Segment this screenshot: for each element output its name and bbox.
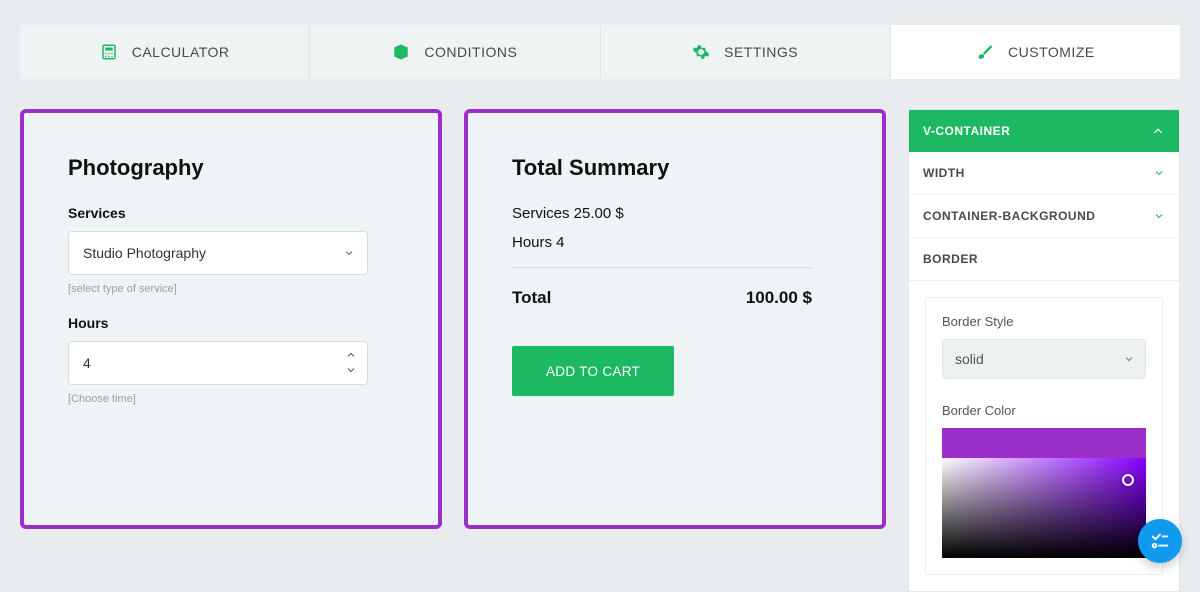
tab-customize[interactable]: CUSTOMIZE xyxy=(891,25,1180,79)
add-to-cart-button[interactable]: ADD TO CART xyxy=(512,346,674,396)
summary-line-hours: Hours 4 xyxy=(512,234,838,251)
services-select[interactable]: Studio Photography xyxy=(68,231,368,275)
tab-label: CONDITIONS xyxy=(424,44,517,60)
sidebar-item-border[interactable]: BORDER xyxy=(909,238,1179,281)
hours-label: Hours xyxy=(68,315,394,331)
tab-settings[interactable]: SETTINGS xyxy=(601,25,891,79)
services-value: Studio Photography xyxy=(83,245,206,261)
sidebar-item-label: BORDER xyxy=(923,252,978,266)
quantity-stepper xyxy=(345,342,357,384)
color-preview[interactable] xyxy=(942,428,1146,458)
tab-conditions[interactable]: CONDITIONS xyxy=(310,25,600,79)
border-style-label: Border Style xyxy=(942,314,1146,329)
services-hint: [select type of service] xyxy=(68,283,394,295)
sidebar-item-background[interactable]: CONTAINER-BACKGROUND xyxy=(909,195,1179,238)
customize-sidebar: V-CONTAINER WIDTH CONTAINER-BACKGROUND B… xyxy=(908,109,1180,592)
tabs: CALCULATOR CONDITIONS SETTINGS CUSTOMIZE xyxy=(20,25,1180,79)
picker-handle[interactable] xyxy=(1122,474,1134,486)
sidebar-header-label: V-CONTAINER xyxy=(923,124,1010,138)
chevron-up-icon xyxy=(1151,124,1165,138)
chevron-down-icon xyxy=(1153,167,1165,179)
sidebar-item-width[interactable]: WIDTH xyxy=(909,152,1179,195)
summary-line-services: Services 25.00 $ xyxy=(512,205,838,222)
border-style-value: solid xyxy=(955,351,984,367)
total-label: Total xyxy=(512,288,551,308)
hours-hint: [Choose time] xyxy=(68,393,394,405)
form-title: Photography xyxy=(68,155,394,181)
divider xyxy=(512,267,812,268)
hours-value: 4 xyxy=(83,355,91,371)
box-icon xyxy=(392,43,410,61)
services-label: Services xyxy=(68,205,394,221)
tab-label: CUSTOMIZE xyxy=(1008,44,1095,60)
border-color-label: Border Color xyxy=(942,403,1146,418)
form-card: Photography Services Studio Photography … xyxy=(20,109,442,529)
hours-input[interactable]: 4 xyxy=(68,341,368,385)
step-down[interactable] xyxy=(345,364,357,377)
chevron-down-icon xyxy=(1153,210,1165,222)
tab-label: SETTINGS xyxy=(724,44,798,60)
summary-card: Total Summary Services 25.00 $ Hours 4 T… xyxy=(464,109,886,529)
summary-title: Total Summary xyxy=(512,155,838,181)
brush-icon xyxy=(976,43,994,61)
border-style-select[interactable]: solid xyxy=(942,339,1146,379)
total-row: Total 100.00 $ xyxy=(512,288,812,308)
sidebar-item-label: WIDTH xyxy=(923,166,965,180)
color-picker[interactable] xyxy=(942,458,1146,558)
tab-calculator[interactable]: CALCULATOR xyxy=(20,25,310,79)
sidebar-item-label: CONTAINER-BACKGROUND xyxy=(923,209,1095,223)
help-fab[interactable] xyxy=(1138,519,1182,563)
total-value: 100.00 $ xyxy=(746,288,812,308)
border-panel: Border Style solid Border Color xyxy=(925,297,1163,575)
chevron-down-icon xyxy=(343,247,355,259)
calculator-icon xyxy=(100,43,118,61)
gear-icon xyxy=(692,43,710,61)
chevron-down-icon xyxy=(1123,353,1135,365)
tab-label: CALCULATOR xyxy=(132,44,230,60)
sidebar-header[interactable]: V-CONTAINER xyxy=(909,110,1179,152)
step-up[interactable] xyxy=(345,349,357,362)
